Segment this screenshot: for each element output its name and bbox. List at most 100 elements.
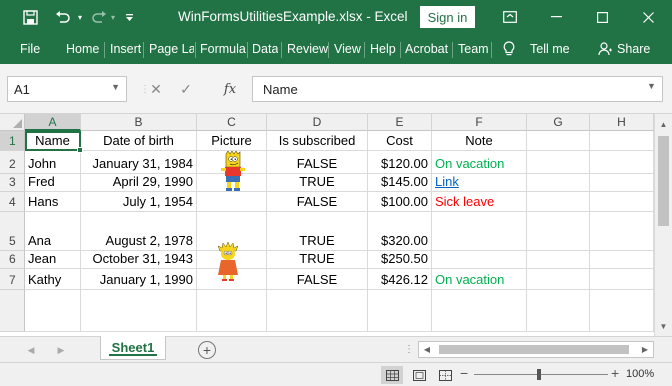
cell-note[interactable] — [432, 251, 527, 269]
tab-view[interactable]: View — [334, 34, 361, 64]
cell[interactable] — [590, 131, 654, 151]
cell-date-of-birth[interactable]: October 31, 1943 — [81, 251, 197, 269]
cell-picture[interactable] — [197, 192, 267, 212]
vertical-scroll-thumb[interactable] — [658, 136, 669, 226]
cell-cost[interactable]: $320.00 — [368, 212, 432, 251]
cell[interactable] — [81, 290, 197, 332]
chevron-down-icon[interactable]: ▼ — [647, 81, 656, 91]
column-header-a[interactable]: A — [25, 114, 81, 131]
zoom-level[interactable]: 100% — [626, 368, 654, 380]
cell[interactable] — [527, 212, 590, 251]
row-header[interactable]: 1 — [0, 131, 25, 151]
chevron-down-icon[interactable]: ▼ — [111, 82, 120, 92]
cell-name[interactable]: John — [25, 151, 81, 174]
tab-sheet1[interactable]: Sheet1 — [100, 336, 166, 360]
enter-check-icon[interactable]: ✓ — [172, 76, 200, 102]
tab-home[interactable]: Home — [66, 34, 99, 64]
cell[interactable] — [527, 174, 590, 192]
header-cell[interactable]: Picture — [197, 131, 267, 151]
tab-file[interactable]: File — [20, 34, 40, 64]
tab-review[interactable]: Review — [287, 34, 328, 64]
close-icon[interactable] — [628, 0, 668, 34]
zoom-in-icon[interactable]: + — [611, 365, 619, 381]
page-layout-view-icon[interactable] — [408, 366, 430, 384]
cell-is-subscribed[interactable]: TRUE — [267, 212, 368, 251]
share-button[interactable]: Share — [617, 34, 650, 64]
column-header-b[interactable]: B — [81, 114, 197, 131]
row-header[interactable]: 6 — [0, 251, 25, 269]
redo-icon[interactable] — [88, 0, 110, 34]
cell-name[interactable]: Hans — [25, 192, 81, 212]
page-break-preview-icon[interactable] — [434, 366, 456, 384]
column-header-g[interactable]: G — [527, 114, 590, 131]
cell-is-subscribed[interactable]: FALSE — [267, 192, 368, 212]
column-header-d[interactable]: D — [267, 114, 368, 131]
tab-insert[interactable]: Insert — [110, 34, 141, 64]
sign-in-button[interactable]: Sign in — [420, 6, 475, 28]
cell-date-of-birth[interactable]: August 2, 1978 — [81, 212, 197, 251]
lightbulb-icon[interactable] — [503, 34, 515, 64]
cell[interactable] — [527, 251, 590, 269]
scroll-up-icon[interactable]: ▲ — [655, 116, 672, 133]
row-header[interactable]: 4 — [0, 192, 25, 212]
cell-note[interactable]: On vacation — [432, 269, 527, 290]
row-header[interactable]: 7 — [0, 269, 25, 290]
zoom-out-icon[interactable]: − — [460, 365, 468, 381]
cell-cost[interactable]: $250.50 — [368, 251, 432, 269]
maximize-icon[interactable] — [582, 0, 622, 34]
tab-data[interactable]: Data — [252, 34, 278, 64]
cell[interactable] — [527, 269, 590, 290]
cell[interactable] — [590, 251, 654, 269]
cell-is-subscribed[interactable]: FALSE — [267, 269, 368, 290]
tab-team[interactable]: Team — [458, 34, 489, 64]
cell-note[interactable]: Link — [432, 174, 527, 192]
next-sheet-icon[interactable]: ▶ — [52, 341, 70, 359]
undo-dropdown-icon[interactable]: ▾ — [74, 0, 86, 34]
cell-date-of-birth[interactable]: July 1, 1954 — [81, 192, 197, 212]
tell-me-search[interactable]: Tell me — [530, 34, 570, 64]
cell-is-subscribed[interactable]: TRUE — [267, 174, 368, 192]
header-cell[interactable]: Date of birth — [81, 131, 197, 151]
zoom-slider-knob[interactable] — [537, 369, 541, 380]
cell[interactable] — [25, 290, 81, 332]
column-header-f[interactable]: F — [432, 114, 527, 131]
cell-picture[interactable] — [197, 151, 267, 174]
header-cell[interactable]: Is subscribed — [267, 131, 368, 151]
scroll-left-icon[interactable]: ◀ — [419, 342, 435, 357]
cell-name[interactable]: Ana — [25, 212, 81, 251]
cell-cost[interactable]: $145.00 — [368, 174, 432, 192]
tab-page-layout[interactable]: Page La — [149, 34, 194, 64]
tab-help[interactable]: Help — [370, 34, 396, 64]
cell[interactable] — [527, 151, 590, 174]
cell-picture[interactable] — [197, 269, 267, 290]
cell[interactable] — [267, 290, 368, 332]
header-cell[interactable]: Cost — [368, 131, 432, 151]
formula-input[interactable]: Name — [252, 76, 663, 102]
cell-name[interactable]: Kathy — [25, 269, 81, 290]
horizontal-scrollbar[interactable]: ◀ ▶ — [418, 341, 654, 358]
cell[interactable] — [590, 212, 654, 251]
cell-note[interactable] — [432, 212, 527, 251]
cell-date-of-birth[interactable]: January 31, 1984 — [81, 151, 197, 174]
cell-name[interactable]: Jean — [25, 251, 81, 269]
cell-note[interactable]: On vacation — [432, 151, 527, 174]
ribbon-display-options-icon[interactable] — [490, 0, 530, 34]
cell-is-subscribed[interactable]: FALSE — [267, 151, 368, 174]
cancel-icon[interactable]: ✕ — [142, 76, 170, 102]
split-handle-icon[interactable]: ⋮ — [404, 344, 414, 355]
cell[interactable] — [590, 290, 654, 332]
cell-cost[interactable]: $100.00 — [368, 192, 432, 212]
customize-quick-access-icon[interactable] — [122, 0, 136, 34]
save-icon[interactable] — [16, 0, 44, 34]
cell[interactable] — [527, 290, 590, 332]
cell-picture[interactable] — [197, 174, 267, 192]
add-sheet-icon[interactable]: + — [198, 341, 216, 359]
cell[interactable] — [590, 151, 654, 174]
cell-note[interactable]: Sick leave — [432, 192, 527, 212]
cell[interactable] — [432, 290, 527, 332]
cell[interactable] — [368, 290, 432, 332]
tab-formulas[interactable]: Formula — [200, 34, 246, 64]
cell[interactable] — [590, 192, 654, 212]
row-header[interactable]: 2 — [0, 151, 25, 174]
zoom-slider[interactable] — [474, 369, 608, 380]
